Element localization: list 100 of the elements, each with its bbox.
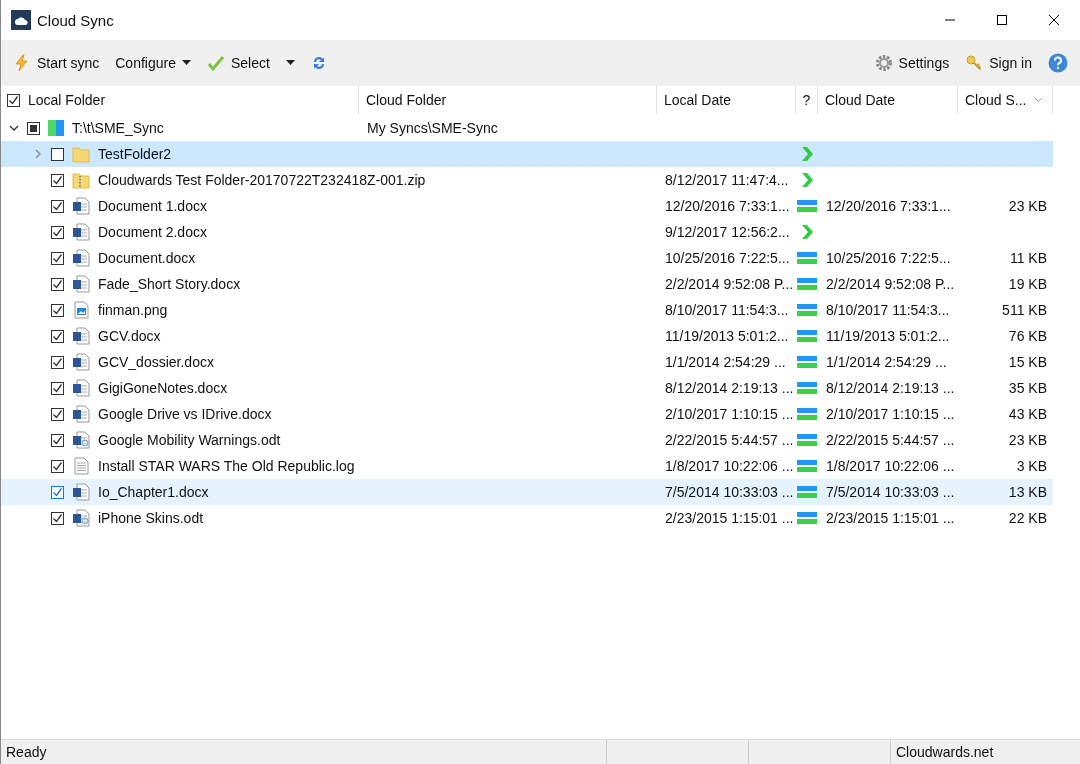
column-header[interactable]: Cloud Date (818, 86, 958, 114)
expand-chevron-icon[interactable] (33, 149, 43, 159)
column-header[interactable]: Local Folder (28, 92, 106, 108)
column-header[interactable]: Cloud Folder (359, 86, 657, 114)
checkbox[interactable] (51, 277, 64, 291)
gear-icon (874, 54, 893, 72)
folder-icon (72, 145, 90, 163)
file-row[interactable]: iPhone Skins.odt 2/23/2015 1:15:01 ... 2/23/2015 1:15:01 ... 22 KB (1, 505, 1053, 531)
file-row[interactable]: Document 1.docx 12/20/2016 7:33:1... 12/20/2016 7:33:1... 23 KB (1, 193, 1053, 219)
file-row[interactable]: Google Drive vs IDrive.docx 2/10/2017 1:10:15 ... 2/10/2017 1:10:15 ... 43 KB (1, 401, 1053, 427)
checkbox[interactable] (51, 329, 64, 343)
cloud-date: 2/23/2015 1:15:01 ... (826, 510, 955, 526)
word-document-icon (72, 223, 90, 241)
file-row[interactable]: GigiGoneNotes.docx 8/12/2014 2:19:13 ... 8/12/2014 2:19:13 ... 35 KB (1, 375, 1053, 401)
local-date: 7/5/2014 10:33:03 ... (665, 484, 794, 500)
column-header[interactable]: Cloud S... (965, 92, 1027, 108)
file-row[interactable]: Document 2.docx 9/12/2017 12:56:2... (1, 219, 1053, 245)
word-document-icon (72, 483, 90, 501)
word-document-icon (72, 379, 90, 397)
file-row[interactable]: Document.docx 10/25/2016 7:22:5... 10/25/2016 7:22:5... 11 KB (1, 245, 1053, 271)
close-icon (1048, 14, 1060, 26)
local-date: 9/12/2017 12:56:2... (665, 224, 790, 240)
image-file-icon (72, 301, 90, 319)
word-document-icon (72, 405, 90, 423)
checkbox[interactable] (51, 485, 64, 499)
cloud-date: 12/20/2016 7:33:1... (826, 198, 951, 214)
local-date: 12/20/2016 7:33:1... (665, 198, 790, 214)
local-date: 2/10/2017 1:10:15 ... (665, 406, 794, 422)
sign-in-button[interactable]: Sign in (959, 50, 1038, 76)
file-row[interactable]: finman.png 8/10/2017 11:54:3... 8/10/2017 11:54:3... 511 KB (1, 297, 1053, 323)
file-name: Install STAR WARS The Old Republic.log (98, 458, 355, 474)
checkbox[interactable] (51, 199, 64, 213)
file-size: 15 KB (1008, 354, 1047, 370)
checkbox[interactable] (51, 173, 64, 187)
file-name: GigiGoneNotes.docx (98, 380, 228, 396)
file-size: 43 KB (1008, 406, 1047, 422)
checkbox[interactable] (51, 433, 64, 447)
file-row[interactable]: TestFolder2 (1, 141, 1053, 167)
sort-chevron-icon (1034, 97, 1042, 103)
cloud-folder-path: My Syncs\SME-Sync (367, 120, 498, 136)
file-row[interactable]: GCV.docx 11/19/2013 5:01:2... 11/19/2013 5:01:2... 76 KB (1, 323, 1053, 349)
checkbox[interactable] (51, 355, 64, 369)
file-name: iPhone Skins.odt (98, 510, 204, 526)
column-header[interactable]: ? (796, 86, 818, 114)
cloud-date: 11/19/2013 5:01:2... (826, 328, 950, 344)
checkbox[interactable] (51, 459, 64, 473)
caret-icon (285, 60, 295, 66)
collapse-chevron-icon[interactable] (9, 123, 19, 133)
file-size: 23 KB (1008, 432, 1047, 448)
file-row[interactable]: Google Mobility Warnings.odt 2/22/2015 5:44:57 ... 2/22/2015 5:44:57 ... 23 KB (1, 427, 1053, 453)
file-name: GCV_dossier.docx (98, 354, 214, 370)
file-size: 76 KB (1008, 328, 1047, 344)
text-file-icon (72, 457, 90, 475)
cloud-date: 2/2/2014 9:52:08 P... (826, 276, 955, 292)
local-date: 2/22/2015 5:44:57 ... (665, 432, 794, 448)
file-size: 22 KB (1008, 510, 1047, 526)
start-sync-button[interactable]: Start sync (7, 50, 106, 76)
select-all-checkbox[interactable] (7, 93, 20, 107)
word-document-icon (72, 249, 90, 267)
word-document-icon (72, 353, 90, 371)
file-row[interactable]: Io_Chapter1.docx 7/5/2014 10:33:03 ... 7/5/2014 10:33:03 ... 13 KB (1, 479, 1053, 505)
cloud-date: 2/10/2017 1:10:15 ... (826, 406, 955, 422)
site-text: Cloudwards.net (896, 744, 994, 760)
local-date: 8/10/2017 11:54:3... (665, 302, 789, 318)
local-date: 1/1/2014 2:54:29 ... (665, 354, 786, 370)
checkbox[interactable] (51, 225, 64, 239)
cloud-date: 7/5/2014 10:33:03 ... (826, 484, 955, 500)
select-button[interactable]: Select (200, 50, 276, 76)
file-row[interactable]: Cloudwards Test Folder-20170722T232418Z-001.zip 8/12/2017 11:47:4... (1, 167, 1053, 193)
key-icon (965, 54, 984, 72)
checkbox[interactable] (51, 407, 64, 421)
file-row[interactable]: Fade_Short Story.docx 2/2/2014 9:52:08 P... 2/2/2014 9:52:08 P... 19 KB (1, 271, 1053, 297)
local-date: 1/8/2017 10:22:06 ... (665, 458, 794, 474)
folder-name: T:\t\SME_Sync (72, 120, 164, 136)
checkbox[interactable] (51, 251, 64, 265)
lightning-icon (13, 54, 31, 72)
file-name: Google Mobility Warnings.odt (98, 432, 281, 448)
checkbox[interactable] (51, 303, 64, 317)
checkbox[interactable] (51, 147, 64, 161)
file-name: TestFolder2 (98, 146, 172, 162)
file-row[interactable]: Install STAR WARS The Old Republic.log 1/8/2017 10:22:06 ... 1/8/2017 10:22:06 ... 3 KB (1, 453, 1053, 479)
local-date: 2/2/2014 9:52:08 P... (665, 276, 794, 292)
word-document-icon (72, 327, 90, 345)
word-document-icon (72, 275, 90, 293)
settings-button[interactable]: Settings (868, 50, 956, 76)
file-size: 11 KB (1009, 250, 1047, 266)
file-name: GCV.docx (98, 328, 161, 344)
local-date: 8/12/2014 2:19:13 ... (665, 380, 794, 396)
column-header[interactable]: Local Date (657, 86, 796, 114)
checkbox[interactable] (51, 381, 64, 395)
help-icon (1048, 53, 1068, 73)
checkbox[interactable] (51, 511, 64, 525)
maximize-icon (996, 14, 1008, 26)
configure-button[interactable]: Configure (109, 51, 197, 75)
local-date: 11/19/2013 5:01:2... (665, 328, 789, 344)
file-row[interactable]: GCV_dossier.docx 1/1/2014 2:54:29 ... 1/1/2014 2:54:29 ... 15 KB (1, 349, 1053, 375)
file-name: Fade_Short Story.docx (98, 276, 241, 292)
status-text: Ready (6, 744, 47, 760)
tri-state-checkbox[interactable] (27, 121, 40, 135)
file-size: 19 KB (1008, 276, 1047, 292)
